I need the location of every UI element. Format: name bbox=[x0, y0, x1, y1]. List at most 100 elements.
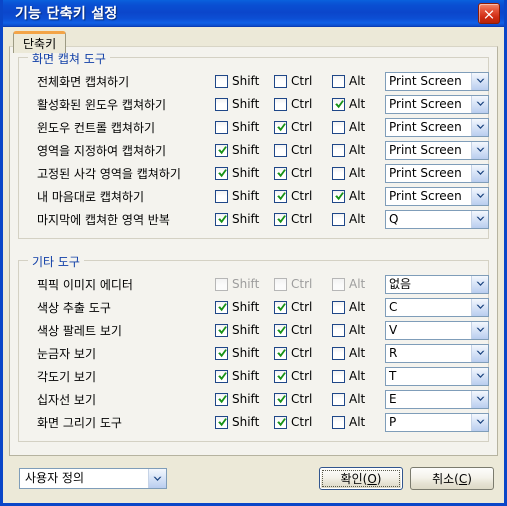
hotkey-key-select[interactable]: Print Screen bbox=[385, 94, 489, 114]
checkbox-shift-box[interactable] bbox=[215, 166, 228, 180]
hotkey-key-select[interactable]: Print Screen bbox=[385, 186, 489, 206]
checkbox-ctrl-box[interactable] bbox=[274, 120, 287, 134]
hotkey-key-select[interactable]: Q bbox=[385, 209, 489, 229]
checkbox-alt-box[interactable] bbox=[332, 166, 345, 180]
cancel-button[interactable]: 취소(C) bbox=[410, 467, 494, 490]
checkbox-shift[interactable]: Shift bbox=[215, 97, 259, 111]
checkbox-shift-box[interactable] bbox=[215, 97, 228, 111]
checkbox-shift[interactable]: Shift bbox=[215, 166, 259, 180]
checkbox-ctrl-box[interactable] bbox=[274, 323, 287, 337]
hotkey-key-select[interactable]: C bbox=[385, 297, 489, 317]
checkbox-alt[interactable]: Alt bbox=[332, 212, 365, 226]
checkbox-shift-box[interactable] bbox=[215, 189, 228, 203]
checkbox-alt-box[interactable] bbox=[332, 392, 345, 406]
checkbox-shift[interactable]: Shift bbox=[215, 74, 259, 88]
close-icon[interactable] bbox=[478, 3, 500, 24]
checkbox-shift[interactable]: Shift bbox=[215, 392, 259, 406]
checkbox-ctrl-box[interactable] bbox=[274, 74, 287, 88]
hotkey-key-select[interactable]: Print Screen bbox=[385, 163, 489, 183]
checkbox-alt-box[interactable] bbox=[332, 369, 345, 383]
checkbox-alt[interactable]: Alt bbox=[332, 369, 365, 383]
checkbox-ctrl[interactable]: Ctrl bbox=[274, 120, 312, 134]
checkbox-alt-box[interactable] bbox=[332, 346, 345, 360]
checkbox-alt-box[interactable] bbox=[332, 74, 345, 88]
checkbox-shift-box[interactable] bbox=[215, 369, 228, 383]
checkbox-ctrl[interactable]: Ctrl bbox=[274, 323, 312, 337]
checkbox-ctrl-box[interactable] bbox=[274, 346, 287, 360]
checkbox-alt-label: Alt bbox=[349, 189, 366, 203]
hotkey-key-select[interactable]: V bbox=[385, 320, 489, 340]
checkbox-ctrl-box[interactable] bbox=[274, 369, 287, 383]
checkbox-shift-box[interactable] bbox=[215, 323, 228, 337]
checkbox-alt[interactable]: Alt bbox=[332, 300, 365, 314]
checkbox-shift-box[interactable] bbox=[215, 120, 228, 134]
checkbox-shift-box[interactable] bbox=[215, 74, 228, 88]
checkbox-alt[interactable]: Alt bbox=[332, 97, 365, 111]
checkbox-alt[interactable]: Alt bbox=[332, 323, 365, 337]
checkbox-ctrl-box[interactable] bbox=[274, 143, 287, 157]
checkbox-alt-box[interactable] bbox=[332, 415, 345, 429]
checkbox-ctrl[interactable]: Ctrl bbox=[274, 300, 312, 314]
checkbox-shift-label: Shift bbox=[232, 392, 260, 406]
checkbox-alt-box[interactable] bbox=[332, 189, 345, 203]
checkbox-ctrl[interactable]: Ctrl bbox=[274, 74, 312, 88]
hotkey-key-select[interactable]: Print Screen bbox=[385, 71, 489, 91]
checkbox-ctrl[interactable]: Ctrl bbox=[274, 346, 312, 360]
checkbox-alt[interactable]: Alt bbox=[332, 346, 365, 360]
checkbox-ctrl-box[interactable] bbox=[274, 300, 287, 314]
checkbox-shift-box[interactable] bbox=[215, 346, 228, 360]
checkbox-shift[interactable]: Shift bbox=[215, 323, 259, 337]
checkbox-ctrl-box[interactable] bbox=[274, 392, 287, 406]
checkbox-alt[interactable]: Alt bbox=[332, 392, 365, 406]
checkbox-ctrl[interactable]: Ctrl bbox=[274, 415, 312, 429]
checkbox-alt-box[interactable] bbox=[332, 97, 345, 111]
hotkey-key-select[interactable]: 없음 bbox=[385, 274, 489, 294]
checkbox-shift-box[interactable] bbox=[215, 212, 228, 226]
checkbox-ctrl[interactable]: Ctrl bbox=[274, 189, 312, 203]
hotkey-key-select[interactable]: Print Screen bbox=[385, 140, 489, 160]
checkbox-alt[interactable]: Alt bbox=[332, 189, 365, 203]
checkbox-shift[interactable]: Shift bbox=[215, 415, 259, 429]
checkbox-ctrl-box[interactable] bbox=[274, 97, 287, 111]
checkbox-shift-box[interactable] bbox=[215, 143, 228, 157]
preset-select[interactable]: 사용자 정의 bbox=[19, 468, 167, 489]
checkbox-ctrl[interactable]: Ctrl bbox=[274, 166, 312, 180]
checkbox-alt-box[interactable] bbox=[332, 300, 345, 314]
checkbox-alt[interactable]: Alt bbox=[332, 120, 365, 134]
checkbox-shift[interactable]: Shift bbox=[215, 143, 259, 157]
checkbox-shift[interactable]: Shift bbox=[215, 189, 259, 203]
checkbox-ctrl[interactable]: Ctrl bbox=[274, 369, 312, 383]
checkbox-alt-box[interactable] bbox=[332, 120, 345, 134]
checkbox-shift[interactable]: Shift bbox=[215, 346, 259, 360]
hotkey-key-select[interactable]: E bbox=[385, 389, 489, 409]
checkbox-shift-box[interactable] bbox=[215, 415, 228, 429]
hotkey-key-select[interactable]: P bbox=[385, 412, 489, 432]
checkbox-shift[interactable]: Shift bbox=[215, 300, 259, 314]
hotkey-row-label: 내 마음대로 캡쳐하기 bbox=[37, 189, 144, 204]
checkbox-ctrl[interactable]: Ctrl bbox=[274, 392, 312, 406]
checkbox-alt[interactable]: Alt bbox=[332, 74, 365, 88]
checkbox-alt[interactable]: Alt bbox=[332, 166, 365, 180]
checkbox-shift[interactable]: Shift bbox=[215, 120, 259, 134]
checkbox-ctrl-box[interactable] bbox=[274, 189, 287, 203]
ok-button[interactable]: 확인(O) bbox=[319, 467, 403, 490]
checkbox-ctrl-box[interactable] bbox=[274, 415, 287, 429]
checkbox-shift-box[interactable] bbox=[215, 300, 228, 314]
checkbox-alt[interactable]: Alt bbox=[332, 143, 365, 157]
checkbox-ctrl-box[interactable] bbox=[274, 166, 287, 180]
hotkey-key-select[interactable]: R bbox=[385, 343, 489, 363]
checkbox-shift[interactable]: Shift bbox=[215, 369, 259, 383]
checkbox-ctrl[interactable]: Ctrl bbox=[274, 143, 312, 157]
hotkey-key-select[interactable]: Print Screen bbox=[385, 117, 489, 137]
hotkey-key-select[interactable]: T bbox=[385, 366, 489, 386]
checkbox-alt-box[interactable] bbox=[332, 323, 345, 337]
tab-hotkeys[interactable]: 단축키 bbox=[13, 31, 67, 53]
checkbox-alt-box[interactable] bbox=[332, 143, 345, 157]
checkbox-ctrl[interactable]: Ctrl bbox=[274, 97, 312, 111]
checkbox-ctrl-box[interactable] bbox=[274, 212, 287, 226]
checkbox-ctrl[interactable]: Ctrl bbox=[274, 212, 312, 226]
checkbox-shift[interactable]: Shift bbox=[215, 212, 259, 226]
checkbox-shift-box[interactable] bbox=[215, 392, 228, 406]
checkbox-alt-box[interactable] bbox=[332, 212, 345, 226]
checkbox-alt[interactable]: Alt bbox=[332, 415, 365, 429]
